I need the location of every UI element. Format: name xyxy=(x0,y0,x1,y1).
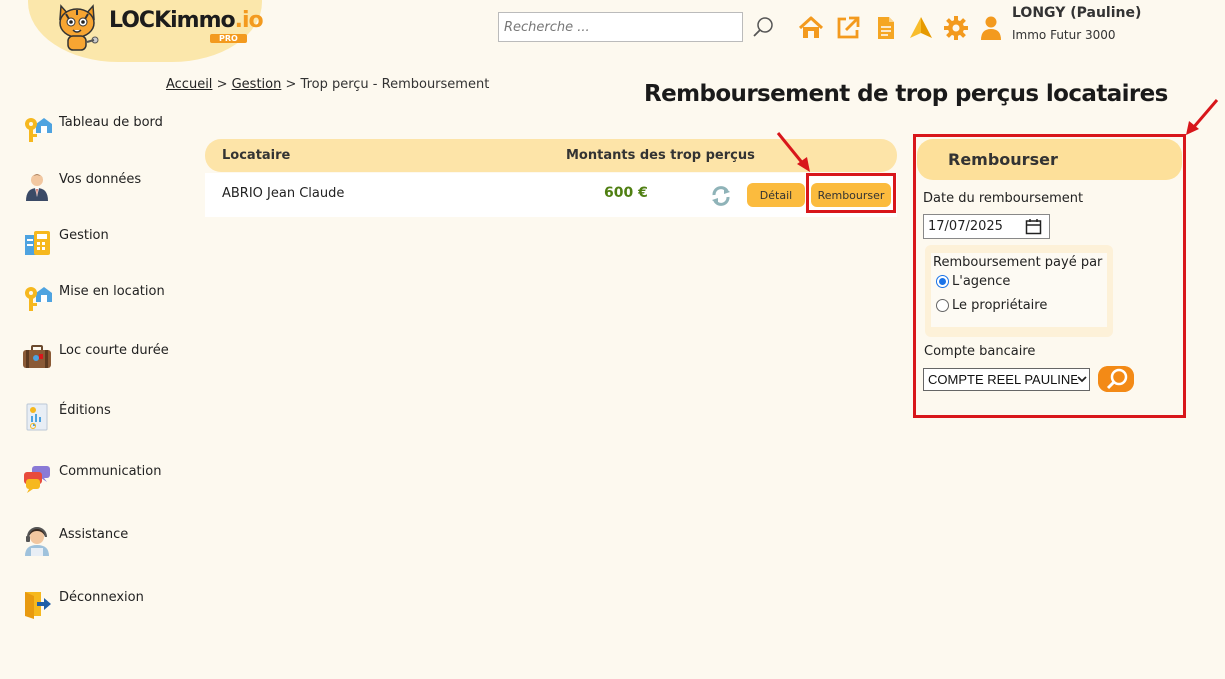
sidebar-item-editions[interactable]: Éditions xyxy=(22,402,202,434)
sidebar-item-label: Communication xyxy=(59,464,162,479)
breadcrumb-current: Trop perçu - Remboursement xyxy=(300,77,490,92)
page-heading: Remboursement de trop perçus locataires xyxy=(644,81,1168,107)
search-icon[interactable] xyxy=(752,16,774,38)
paid-by-legend: Remboursement payé par xyxy=(933,255,1103,270)
logo-wordmark[interactable]: LOCKimmo.io xyxy=(109,8,264,33)
tenant-name: ABRIO Jean Claude xyxy=(222,186,345,201)
refund-panel-title: Rembourser xyxy=(948,150,1058,169)
cat-mascot-icon[interactable] xyxy=(52,2,102,52)
column-header-amount: Montants des trop perçus xyxy=(566,148,755,163)
refund-date-label: Date du remboursement xyxy=(923,191,1084,206)
user-agency: Immo Futur 3000 xyxy=(1012,28,1116,42)
sidebar-item-loc-courte-duree[interactable]: Loc courte durée xyxy=(22,342,202,374)
bank-account-select[interactable]: COMPTE REEL PAULINE xyxy=(923,368,1090,391)
sidebar-item-label: Loc courte durée xyxy=(59,343,169,358)
radio-agency[interactable] xyxy=(936,275,949,288)
refund-panel-header: Rembourser xyxy=(917,139,1182,180)
annotation-arrow-icon xyxy=(776,132,810,172)
logo-pro-badge: PRO xyxy=(210,34,247,43)
sidebar-item-mise-en-location[interactable]: Mise en location xyxy=(22,283,202,315)
column-header-tenant: Locataire xyxy=(222,148,291,163)
keys-house-icon xyxy=(25,287,52,311)
logo-main-text: LOCKimmo xyxy=(109,8,236,33)
gear-icon[interactable] xyxy=(943,15,969,41)
bank-search-button[interactable] xyxy=(1098,366,1134,392)
sidebar-item-label: Tableau de bord xyxy=(59,115,163,130)
paid-by-fieldset: Remboursement payé par L'agence Le propr… xyxy=(925,245,1113,337)
table-row: ABRIO Jean Claude 600 € Détail Rembourse… xyxy=(205,173,897,217)
sidebar-item-label: Assistance xyxy=(59,527,129,542)
external-link-icon[interactable] xyxy=(835,15,861,41)
sidebar-item-deconnexion[interactable]: Déconnexion xyxy=(22,589,202,621)
chevron-down-icon xyxy=(1077,375,1087,383)
sidebar-item-assistance[interactable]: Assistance xyxy=(22,526,202,558)
radio-owner-label: Le propriétaire xyxy=(952,298,1048,313)
sidebar-item-label: Éditions xyxy=(59,403,111,418)
breadcrumb: Accueil > Gestion > Trop perçu - Rembour… xyxy=(166,77,489,92)
refund-date-value: 17/07/2025 xyxy=(928,219,1003,234)
bank-account-value: COMPTE REEL PAULINE xyxy=(928,372,1079,387)
annotation-arrow-icon xyxy=(1186,99,1219,135)
sidebar-item-label: Vos données xyxy=(59,172,142,187)
document-icon[interactable] xyxy=(873,15,899,41)
sidebar-item-vos-donnees[interactable]: Vos données xyxy=(22,171,202,203)
person-icon xyxy=(26,174,48,201)
breadcrumb-gestion-link[interactable]: Gestion xyxy=(232,77,282,92)
refund-button-highlight xyxy=(806,173,896,213)
logout-icon xyxy=(25,592,51,619)
paid-by-agency-option[interactable]: L'agence xyxy=(936,274,1010,289)
user-name[interactable]: LONGY (Pauline) xyxy=(1012,5,1141,21)
detail-button[interactable]: Détail xyxy=(747,183,805,207)
calendar-icon[interactable] xyxy=(1025,218,1042,235)
chat-icon xyxy=(24,466,50,493)
search-input[interactable] xyxy=(498,12,743,42)
breadcrumb-separator: > xyxy=(216,77,228,92)
report-icon xyxy=(26,403,48,431)
sidebar-item-label: Mise en location xyxy=(59,284,165,299)
radio-agency-label: L'agence xyxy=(952,274,1011,289)
sidebar-item-communication[interactable]: Communication xyxy=(22,463,202,495)
overpayment-amount: 600 € xyxy=(604,185,648,201)
user-icon[interactable] xyxy=(978,15,1004,41)
breadcrumb-separator: > xyxy=(285,77,297,92)
sidebar-item-tableau-de-bord[interactable]: Tableau de bord xyxy=(22,114,202,146)
refund-date-field[interactable]: 17/07/2025 xyxy=(923,214,1050,239)
home-icon[interactable] xyxy=(798,15,824,41)
keys-house-icon xyxy=(25,118,52,142)
logo-io-text: .io xyxy=(234,8,264,33)
breadcrumb-home-link[interactable]: Accueil xyxy=(166,77,212,92)
refresh-icon[interactable] xyxy=(710,185,732,207)
calculator-icon xyxy=(25,231,50,255)
sidebar-item-label: Gestion xyxy=(59,228,109,243)
plane-icon[interactable] xyxy=(908,15,934,41)
support-agent-icon xyxy=(25,527,49,556)
suitcase-icon xyxy=(23,345,51,368)
sidebar-item-gestion[interactable]: Gestion xyxy=(22,227,202,259)
radio-owner[interactable] xyxy=(936,299,949,312)
bank-account-label: Compte bancaire xyxy=(924,344,1036,359)
paid-by-owner-option[interactable]: Le propriétaire xyxy=(936,298,1047,313)
sidebar-item-label: Déconnexion xyxy=(59,590,144,605)
